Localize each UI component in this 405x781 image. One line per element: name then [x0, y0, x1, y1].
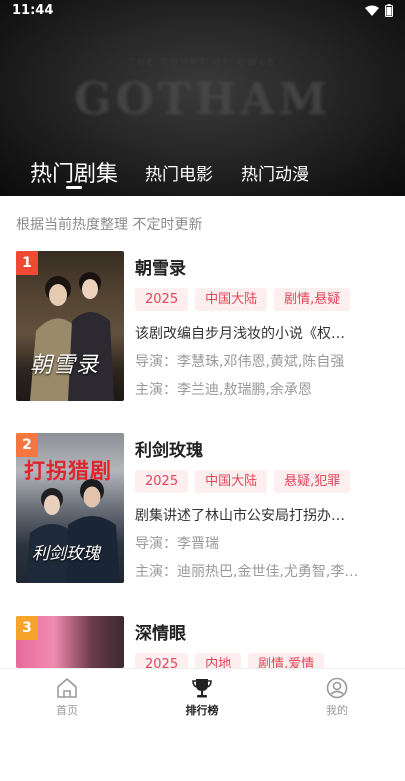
- item-description: 该剧改编自步月浅妆的小说《权…: [135, 326, 345, 342]
- list-item[interactable]: 打拐猎剧 利剑玫瑰 2 利剑玫瑰 2025 中国大陆 悬疑,犯罪 剧集讲述了林山…: [0, 433, 405, 598]
- tag-year: 2025: [135, 288, 189, 311]
- tag-genre: 悬疑,犯罪: [274, 470, 351, 493]
- category-tabs: 热门剧集 热门电影 热门动漫: [0, 150, 405, 196]
- status-bar: 11:44: [0, 0, 405, 22]
- tag-genre: 剧情,悬疑: [274, 288, 351, 311]
- nav-label: 排行榜: [185, 704, 219, 717]
- battery-icon: [385, 4, 393, 17]
- banner-text: GOTHAM: [73, 74, 332, 125]
- rank-badge: 2: [16, 433, 38, 457]
- rank-badge: 3: [16, 616, 38, 640]
- banner-subtext: THE COURT OF OWLS: [128, 58, 277, 68]
- item-title[interactable]: 朝雪录: [135, 254, 186, 279]
- rank-badge: 1: [16, 251, 38, 275]
- nav-home[interactable]: 首页: [17, 669, 117, 721]
- item-title[interactable]: 利剑玫瑰: [135, 436, 203, 461]
- poster-image[interactable]: 打拐猎剧 利剑玫瑰 2: [16, 433, 124, 583]
- header-banner: THE COURT OF OWLS GOTHAM 11:44 热门剧集 热门电影…: [0, 0, 405, 196]
- item-description: 剧集讲述了林山市公安局打拐办…: [135, 508, 345, 524]
- poster-image[interactable]: 3: [16, 616, 124, 668]
- item-cast: 主演：迪丽热巴,金世佳,尤勇智,李…: [135, 564, 359, 580]
- home-icon: [57, 678, 77, 698]
- nav-label: 首页: [56, 704, 78, 717]
- poster-top-text: 打拐猎剧: [24, 459, 112, 483]
- nav-profile[interactable]: 我的: [287, 669, 387, 721]
- item-title[interactable]: 深情眼: [135, 619, 186, 644]
- item-director: 导演：李晋瑞: [135, 536, 219, 552]
- tag-row: 2025 中国大陆 剧情,悬疑: [135, 288, 351, 311]
- item-cast: 主演：李兰迪,敖瑞鹏,余承恩: [135, 382, 312, 398]
- tab-indicator: [66, 186, 82, 189]
- tag-row: 2025 中国大陆 悬疑,犯罪: [135, 470, 351, 493]
- nav-label: 我的: [326, 704, 348, 717]
- poster-title: 利剑玫瑰: [32, 544, 100, 564]
- list-item[interactable]: 朝雪录 1 朝雪录 2025 中国大陆 剧情,悬疑 该剧改编自步月浅妆的小说《权…: [0, 251, 405, 416]
- tag-region: 中国大陆: [195, 470, 268, 493]
- item-director: 导演：李慧珠,邓伟恩,黄斌,陈自强: [135, 354, 345, 370]
- tag-year: 2025: [135, 470, 189, 493]
- wifi-icon: [365, 5, 379, 16]
- bottom-nav: 首页 排行榜 我的: [0, 668, 405, 721]
- tab-hot-movies[interactable]: 热门电影: [145, 160, 213, 185]
- ranking-subtitle: 根据当前热度整理 不定时更新: [16, 217, 203, 233]
- nav-ranking[interactable]: 排行榜: [152, 669, 252, 721]
- tag-region: 中国大陆: [195, 288, 268, 311]
- trophy-icon: [192, 679, 212, 698]
- tab-hot-anime[interactable]: 热门动漫: [241, 160, 309, 185]
- profile-icon: [326, 677, 348, 699]
- poster-title: 朝雪录: [30, 353, 100, 378]
- tab-hot-series[interactable]: 热门剧集: [30, 156, 118, 188]
- status-icons: [365, 4, 393, 17]
- status-time: 11:44: [12, 3, 54, 18]
- poster-image[interactable]: 朝雪录 1: [16, 251, 124, 401]
